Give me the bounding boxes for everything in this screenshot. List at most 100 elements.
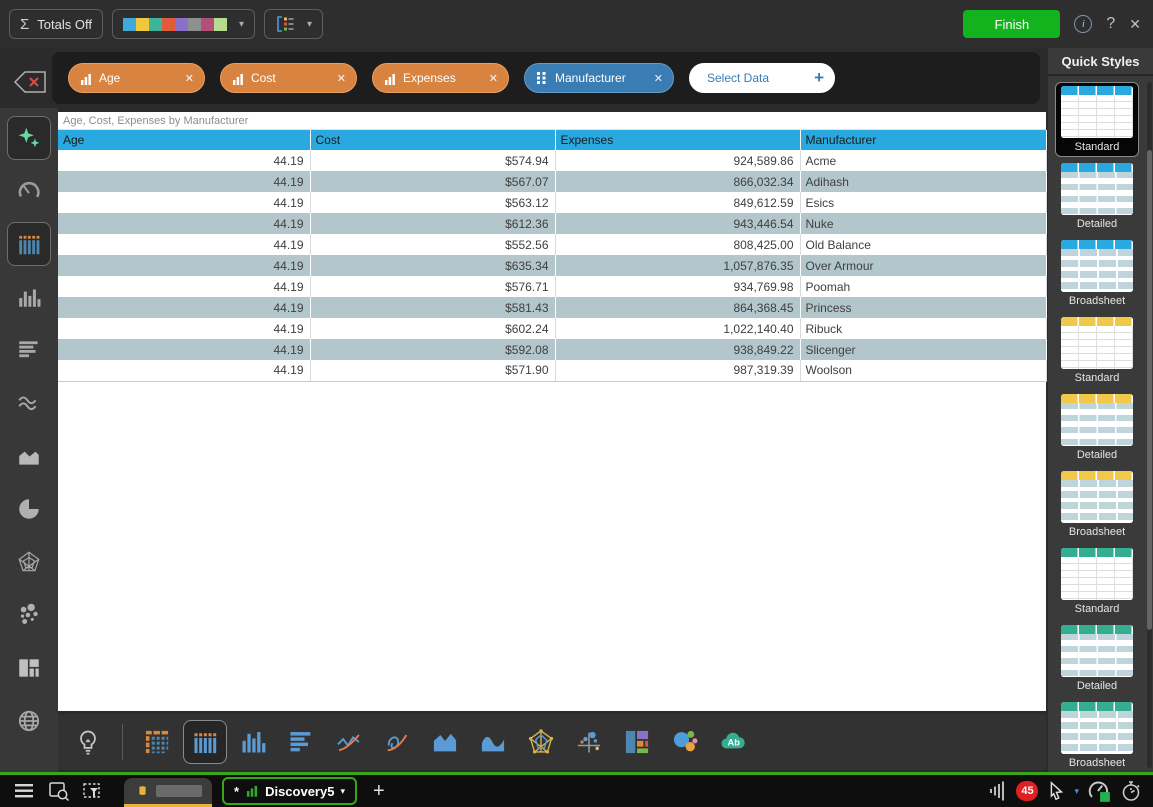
- open-discovery-button[interactable]: [45, 778, 73, 804]
- sidebar-item-gauge[interactable]: [7, 169, 51, 213]
- subtype-treemap[interactable]: [615, 720, 659, 764]
- table-row[interactable]: 44.19$602.241,022,140.40Ribuck: [58, 318, 1046, 339]
- close-icon[interactable]: ✕: [337, 72, 346, 85]
- grid-cell[interactable]: 1,022,140.40: [555, 318, 800, 339]
- finish-button[interactable]: Finish: [963, 10, 1060, 38]
- table-row[interactable]: 44.19$574.94924,589.86Acme: [58, 150, 1046, 171]
- grid-cell[interactable]: Poomah: [800, 276, 1046, 297]
- grid-cell[interactable]: $635.34: [310, 255, 555, 276]
- add-icon[interactable]: +: [814, 68, 824, 88]
- grid-cell[interactable]: Woolson: [800, 360, 1046, 381]
- clear-query-button[interactable]: [10, 66, 50, 98]
- grid-cell[interactable]: Acme: [800, 150, 1046, 171]
- help-icon[interactable]: ?: [1106, 15, 1115, 33]
- scrollbar-thumb[interactable]: [1147, 150, 1152, 630]
- grid-cell[interactable]: $574.94: [310, 150, 555, 171]
- datasource-tab[interactable]: [124, 778, 212, 807]
- grid-cell[interactable]: 44.19: [58, 150, 310, 171]
- subtype-line-chart[interactable]: [327, 720, 371, 764]
- sidebar-item-line-chart[interactable]: [7, 381, 51, 425]
- legend-format-dropdown[interactable]: ▾: [264, 9, 323, 39]
- grid-cell[interactable]: 44.19: [58, 360, 310, 381]
- grid-cell[interactable]: $581.43: [310, 297, 555, 318]
- notifications-badge[interactable]: 45: [1016, 781, 1038, 801]
- subtype-radar-chart[interactable]: [519, 720, 563, 764]
- grid-cell[interactable]: 1,057,876.35: [555, 255, 800, 276]
- grid-cell[interactable]: Over Armour: [800, 255, 1046, 276]
- table-row[interactable]: 44.19$592.08938,849.22Slicenger: [58, 339, 1046, 360]
- grid-cell[interactable]: 44.19: [58, 297, 310, 318]
- chip-cost[interactable]: Cost ✕: [220, 63, 357, 93]
- grid-cell[interactable]: 849,612.59: [555, 192, 800, 213]
- grid-cell[interactable]: $571.90: [310, 360, 555, 381]
- grid-cell[interactable]: 866,032.34: [555, 171, 800, 192]
- grid-cell[interactable]: $592.08: [310, 339, 555, 360]
- quick-style-blue-standard[interactable]: Standard: [1055, 82, 1139, 157]
- grid-cell[interactable]: 44.19: [58, 192, 310, 213]
- grid-cell[interactable]: 938,849.22: [555, 339, 800, 360]
- close-icon[interactable]: ✕: [489, 72, 498, 85]
- chevron-down-icon[interactable]: ▾: [1074, 786, 1079, 797]
- grid-cell[interactable]: $602.24: [310, 318, 555, 339]
- grid-cell[interactable]: 943,446.54: [555, 213, 800, 234]
- grid-cell[interactable]: 864,368.45: [555, 297, 800, 318]
- grid-cell[interactable]: Adihash: [800, 171, 1046, 192]
- quick-styles-scrollbar[interactable]: [1147, 82, 1152, 768]
- sidebar-item-scatter-chart[interactable]: [7, 593, 51, 637]
- grid-cell[interactable]: 808,425.00: [555, 234, 800, 255]
- subtype-grid[interactable]: [183, 720, 227, 764]
- quick-style-blue-broadsheet[interactable]: Broadsheet: [1055, 236, 1139, 311]
- grid-cell[interactable]: 44.19: [58, 339, 310, 360]
- quick-style-yellow-detailed[interactable]: Detailed: [1055, 390, 1139, 465]
- table-row[interactable]: 44.19$576.71934,769.98Poomah: [58, 276, 1046, 297]
- table-row[interactable]: 44.19$571.90987,319.39Woolson: [58, 360, 1046, 381]
- subtype-bubble-chart[interactable]: [663, 720, 707, 764]
- subtype-spline-area-chart[interactable]: [471, 720, 515, 764]
- grid-cell[interactable]: $612.36: [310, 213, 555, 234]
- table-row[interactable]: 44.19$552.56808,425.00Old Balance: [58, 234, 1046, 255]
- new-tab-button[interactable]: +: [373, 781, 385, 801]
- sidebar-item-bar-chart[interactable]: [7, 328, 51, 372]
- sidebar-item-treemap[interactable]: [7, 646, 51, 690]
- totals-toggle-button[interactable]: Σ Totals Off: [9, 9, 103, 39]
- table-row[interactable]: 44.19$567.07866,032.34Adihash: [58, 171, 1046, 192]
- grid-cell[interactable]: Ribuck: [800, 318, 1046, 339]
- sidebar-item-radar-chart[interactable]: [7, 540, 51, 584]
- col-header-age[interactable]: Age: [58, 130, 310, 150]
- quick-style-yellow-standard[interactable]: Standard: [1055, 313, 1139, 388]
- selection-tool-button[interactable]: [79, 778, 107, 804]
- quick-style-blue-detailed[interactable]: Detailed: [1055, 159, 1139, 234]
- grid-cell[interactable]: $576.71: [310, 276, 555, 297]
- table-row[interactable]: 44.19$563.12849,612.59Esics: [58, 192, 1046, 213]
- subtype-pivot-grid[interactable]: [135, 720, 179, 764]
- grid-cell[interactable]: 44.19: [58, 213, 310, 234]
- grid-cell[interactable]: Nuke: [800, 213, 1046, 234]
- subtype-spline-chart[interactable]: [375, 720, 419, 764]
- quick-style-teal-standard[interactable]: Standard: [1055, 544, 1139, 619]
- col-header-cost[interactable]: Cost: [310, 130, 555, 150]
- close-icon[interactable]: ✕: [185, 72, 194, 85]
- grid-cell[interactable]: Esics: [800, 192, 1046, 213]
- grid-cell[interactable]: $563.12: [310, 192, 555, 213]
- col-header-manufacturer[interactable]: Manufacturer: [800, 130, 1046, 150]
- quick-style-teal-detailed[interactable]: Detailed: [1055, 621, 1139, 696]
- grid-cell[interactable]: Slicenger: [800, 339, 1046, 360]
- main-menu-button[interactable]: [11, 778, 39, 804]
- suggestions-button[interactable]: [66, 720, 110, 764]
- close-icon[interactable]: ✕: [1129, 16, 1141, 33]
- subtype-column-chart[interactable]: [231, 720, 275, 764]
- subtype-word-cloud[interactable]: Ab: [711, 720, 755, 764]
- grid-cell[interactable]: $552.56: [310, 234, 555, 255]
- grid-cell[interactable]: Princess: [800, 297, 1046, 318]
- sidebar-item-pie-chart[interactable]: [7, 487, 51, 531]
- stopwatch-icon[interactable]: [1119, 779, 1143, 803]
- grid-cell[interactable]: $567.07: [310, 171, 555, 192]
- prism-icon[interactable]: [985, 779, 1009, 803]
- tab-discovery5[interactable]: * Discovery5 ▾: [222, 777, 357, 805]
- table-row[interactable]: 44.19$635.341,057,876.35Over Armour: [58, 255, 1046, 276]
- select-data-chip[interactable]: Select Data +: [689, 63, 835, 93]
- grid-cell[interactable]: 934,769.98: [555, 276, 800, 297]
- grid-cell[interactable]: 987,319.39: [555, 360, 800, 381]
- sidebar-item-column-chart[interactable]: [7, 275, 51, 319]
- grid-cell[interactable]: 44.19: [58, 255, 310, 276]
